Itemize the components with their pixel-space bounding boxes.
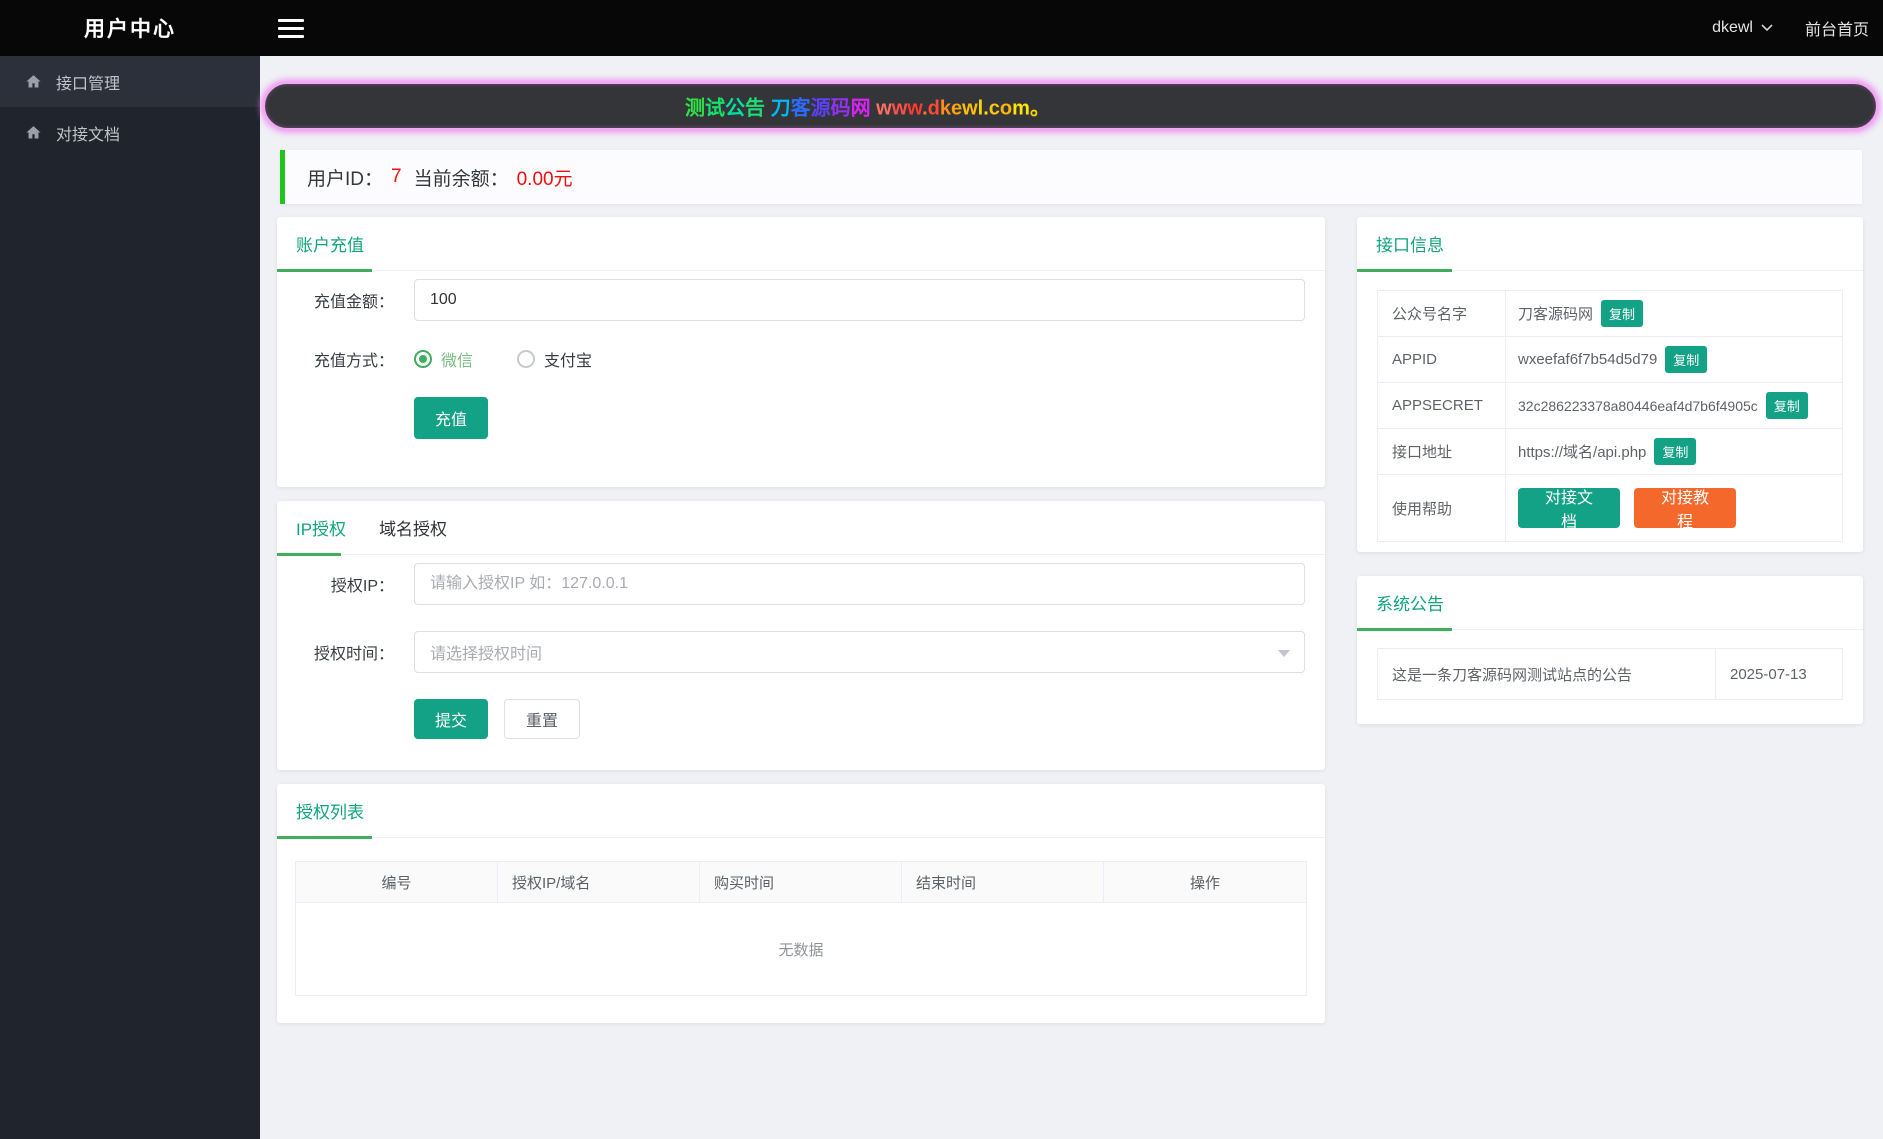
auth-ip-input[interactable] (414, 563, 1305, 605)
tutorial-button[interactable]: 对接教程 (1634, 488, 1736, 531)
row-label: 公众号名字 (1378, 291, 1506, 336)
sidebar-item-label: 接口管理 (56, 75, 121, 93)
table-row: 接口地址 https://域名/api.php 复制 (1378, 429, 1842, 475)
chevron-down-icon (1761, 24, 1773, 32)
announcement-banner: 测试公告 刀客源码网 www.dkewl.com。 (263, 82, 1878, 130)
auth-time-select[interactable]: 请选择授权时间 (414, 631, 1305, 673)
home-icon (26, 126, 41, 139)
active-tab-underline (277, 553, 341, 556)
row-value: 刀客源码网 (1518, 306, 1594, 323)
topbar: 用户中心 dkewl 前台首页 (0, 0, 1883, 56)
row-label: APPID (1378, 337, 1506, 382)
copy-button[interactable]: 复制 (1665, 346, 1708, 373)
table-row: 公众号名字 刀客源码网 复制 (1378, 291, 1842, 337)
caret-down-icon (1278, 650, 1290, 657)
auth-list-table: 编号 授权IP/域名 购买时间 结束时间 操作 无数据 (295, 861, 1307, 996)
api-info-table: 公众号名字 刀客源码网 复制 APPID wxeefaf6f7b54d5d79 … (1377, 290, 1843, 542)
user-id-value: 7 (391, 166, 402, 187)
active-title-underline (277, 269, 372, 272)
active-title-underline (1357, 269, 1452, 272)
notice-text: 这是一条刀客源码网测试站点的公告 (1378, 649, 1716, 699)
radio-label: 支付宝 (544, 353, 593, 370)
active-title-underline (1357, 628, 1452, 631)
username: dkewl (1712, 19, 1753, 36)
tab-domain-auth[interactable]: 域名授权 (379, 501, 447, 554)
tab-ip-auth[interactable]: IP授权 (296, 501, 346, 554)
radio-circle (517, 350, 536, 368)
row-label: 接口地址 (1378, 429, 1506, 474)
home-icon (26, 75, 41, 88)
tab-label: 域名授权 (379, 520, 448, 539)
submit-button[interactable]: 提交 (414, 699, 489, 739)
sidebar-item-docs[interactable]: 对接文档 (0, 107, 260, 158)
balance-value: 0.00元 (516, 168, 573, 190)
copy-button[interactable]: 复制 (1601, 300, 1644, 327)
auth-ip-label: 授权IP： (330, 578, 394, 595)
sidebar: 接口管理 对接文档 (0, 56, 260, 1139)
user-dropdown[interactable]: dkewl (1712, 19, 1773, 37)
table-row: APPID wxeefaf6f7b54d5d79 复制 (1378, 337, 1842, 383)
empty-state-text: 无数据 (778, 941, 824, 959)
col-end-time: 结束时间 (902, 862, 1104, 902)
auth-list-title: 授权列表 (296, 803, 364, 822)
app-title: 用户中心 (84, 18, 176, 41)
sidebar-item-label: 对接文档 (56, 126, 121, 144)
copy-button[interactable]: 复制 (1765, 392, 1808, 419)
menu-toggle-icon[interactable] (278, 18, 304, 38)
radio-label: 微信 (441, 353, 474, 370)
select-placeholder: 请选择授权时间 (430, 646, 543, 663)
row-label: APPSECRET (1378, 383, 1506, 428)
radio-wechat[interactable]: 微信 (414, 347, 473, 371)
row-label: 使用帮助 (1378, 475, 1506, 541)
radio-alipay[interactable]: 支付宝 (517, 347, 592, 371)
table-row-help: 使用帮助 对接文档 对接教程 (1378, 475, 1842, 541)
radio-circle (414, 350, 432, 368)
col-ip-domain: 授权IP/域名 (498, 862, 700, 902)
recharge-button[interactable]: 充值 (414, 397, 489, 439)
notice-date: 2025-07-13 (1730, 665, 1807, 683)
user-id-label: 用户ID： (307, 168, 384, 190)
docs-button[interactable]: 对接文档 (1518, 488, 1620, 531)
balance-label: 当前余额： (413, 168, 509, 190)
reset-button[interactable]: 重置 (504, 699, 581, 739)
col-actions: 操作 (1189, 874, 1220, 892)
announcement-text: 测试公告 刀客源码网 www.dkewl.com。 (685, 97, 1050, 120)
user-info-bar: 用户ID： 7 当前余额： 0.00元 (280, 150, 1862, 204)
api-info-title: 接口信息 (1376, 236, 1444, 255)
auth-list-card: 授权列表 编号 授权IP/域名 购买时间 结束时间 操作 无数据 (277, 784, 1325, 1023)
amount-input[interactable] (414, 279, 1305, 321)
table-row: APPSECRET 32c286223378a80446eaf4d7b6f490… (1378, 383, 1842, 429)
tab-label: IP授权 (296, 520, 347, 539)
main-content: 测试公告 刀客源码网 www.dkewl.com。 用户ID： 7 当前余额： … (260, 56, 1883, 1139)
active-title-underline (277, 836, 372, 839)
col-buy-time: 购买时间 (700, 862, 902, 902)
notice-table: 这是一条刀客源码网测试站点的公告 2025-07-13 (1377, 648, 1843, 700)
col-id: 编号 (296, 862, 498, 902)
method-label: 充值方式： (313, 353, 394, 370)
system-notice-title: 系统公告 (1376, 595, 1444, 614)
sidebar-item-api-management[interactable]: 接口管理 (0, 56, 260, 107)
table-header-row: 编号 授权IP/域名 购买时间 结束时间 操作 (296, 862, 1306, 903)
row-value: 32c286223378a80446eaf4d7b6f4905c (1518, 397, 1758, 414)
recharge-card: 账户充值 充值金额： 充值方式： 微信 支付宝 (277, 217, 1325, 487)
row-value: wxeefaf6f7b54d5d79 (1518, 351, 1658, 368)
copy-button[interactable]: 复制 (1654, 438, 1697, 465)
authorization-card: IP授权 域名授权 授权IP： 授权时间： 请选择授权时间 (277, 501, 1325, 770)
recharge-card-title: 账户充值 (296, 236, 364, 255)
system-notice-card: 系统公告 这是一条刀客源码网测试站点的公告 2025-07-13 (1357, 576, 1863, 724)
auth-time-label: 授权时间： (313, 646, 394, 663)
api-info-card: 接口信息 公众号名字 刀客源码网 复制 APPID wxeefaf6f7b54d… (1357, 217, 1863, 552)
front-home-link[interactable]: 前台首页 (1805, 16, 1869, 40)
row-value: https://域名/api.php (1518, 444, 1647, 461)
amount-label: 充值金额： (313, 294, 394, 311)
